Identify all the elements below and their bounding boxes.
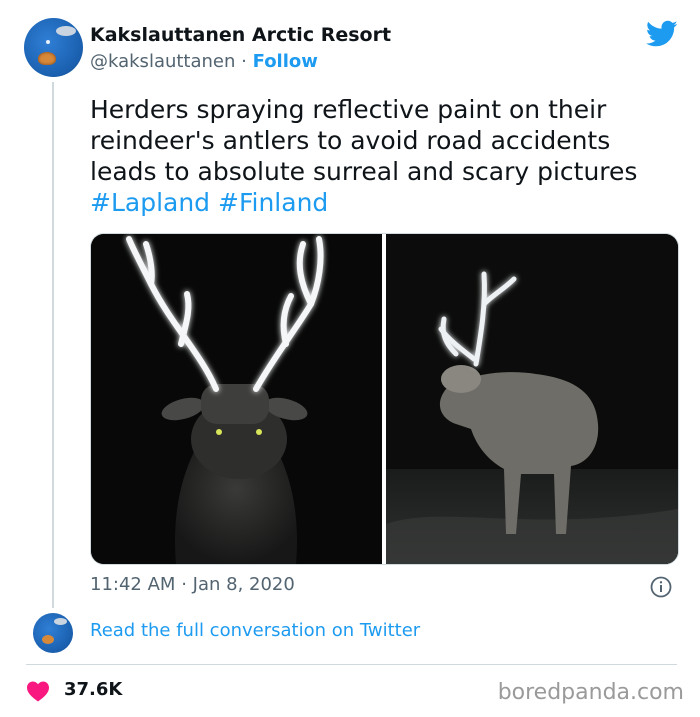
divider [26, 664, 677, 665]
follow-button[interactable]: Follow [253, 51, 318, 72]
timestamp-separator: · [181, 574, 187, 595]
author-handle[interactable]: @kakslauttanen [90, 51, 235, 72]
read-conversation-link[interactable]: Read the full conversation on Twitter [90, 620, 420, 641]
reindeer-front-illustration [91, 234, 382, 564]
author-handle-row: @kakslauttanen · Follow [90, 51, 318, 72]
avatar-decoration [46, 40, 50, 44]
tweet-date: Jan 8, 2020 [192, 574, 295, 595]
thread-connector-line [52, 82, 54, 608]
author-avatar[interactable] [24, 18, 83, 77]
tweet-timestamp[interactable]: 11:42 AM · Jan 8, 2020 [90, 574, 295, 595]
like-count[interactable]: 37.6K [64, 679, 122, 700]
avatar-decoration [42, 635, 54, 644]
hashtag-link[interactable]: #Lapland [90, 188, 210, 217]
hashtag-link[interactable]: #Finland [218, 188, 328, 217]
tweet-media[interactable] [90, 233, 679, 565]
reindeer-photo-side[interactable] [386, 234, 678, 564]
handle-separator: · [241, 51, 247, 72]
author-name[interactable]: Kakslauttanen Arctic Resort [90, 24, 391, 46]
info-icon[interactable] [650, 576, 672, 598]
avatar-decoration [54, 618, 67, 625]
avatar-decoration [38, 52, 56, 65]
reindeer-side-illustration [386, 234, 678, 564]
conversation-avatar[interactable] [33, 613, 73, 653]
twitter-bird-icon[interactable] [646, 20, 678, 48]
reindeer-photo-front[interactable] [91, 234, 382, 564]
tweet-body: Herders spraying reflective paint on the… [90, 95, 638, 186]
heart-icon[interactable] [26, 680, 50, 702]
avatar-decoration [56, 26, 76, 36]
watermark: boredpanda.com [497, 680, 684, 705]
tweet-text: Herders spraying reflective paint on the… [90, 94, 680, 218]
tweet-time: 11:42 AM [90, 574, 176, 595]
